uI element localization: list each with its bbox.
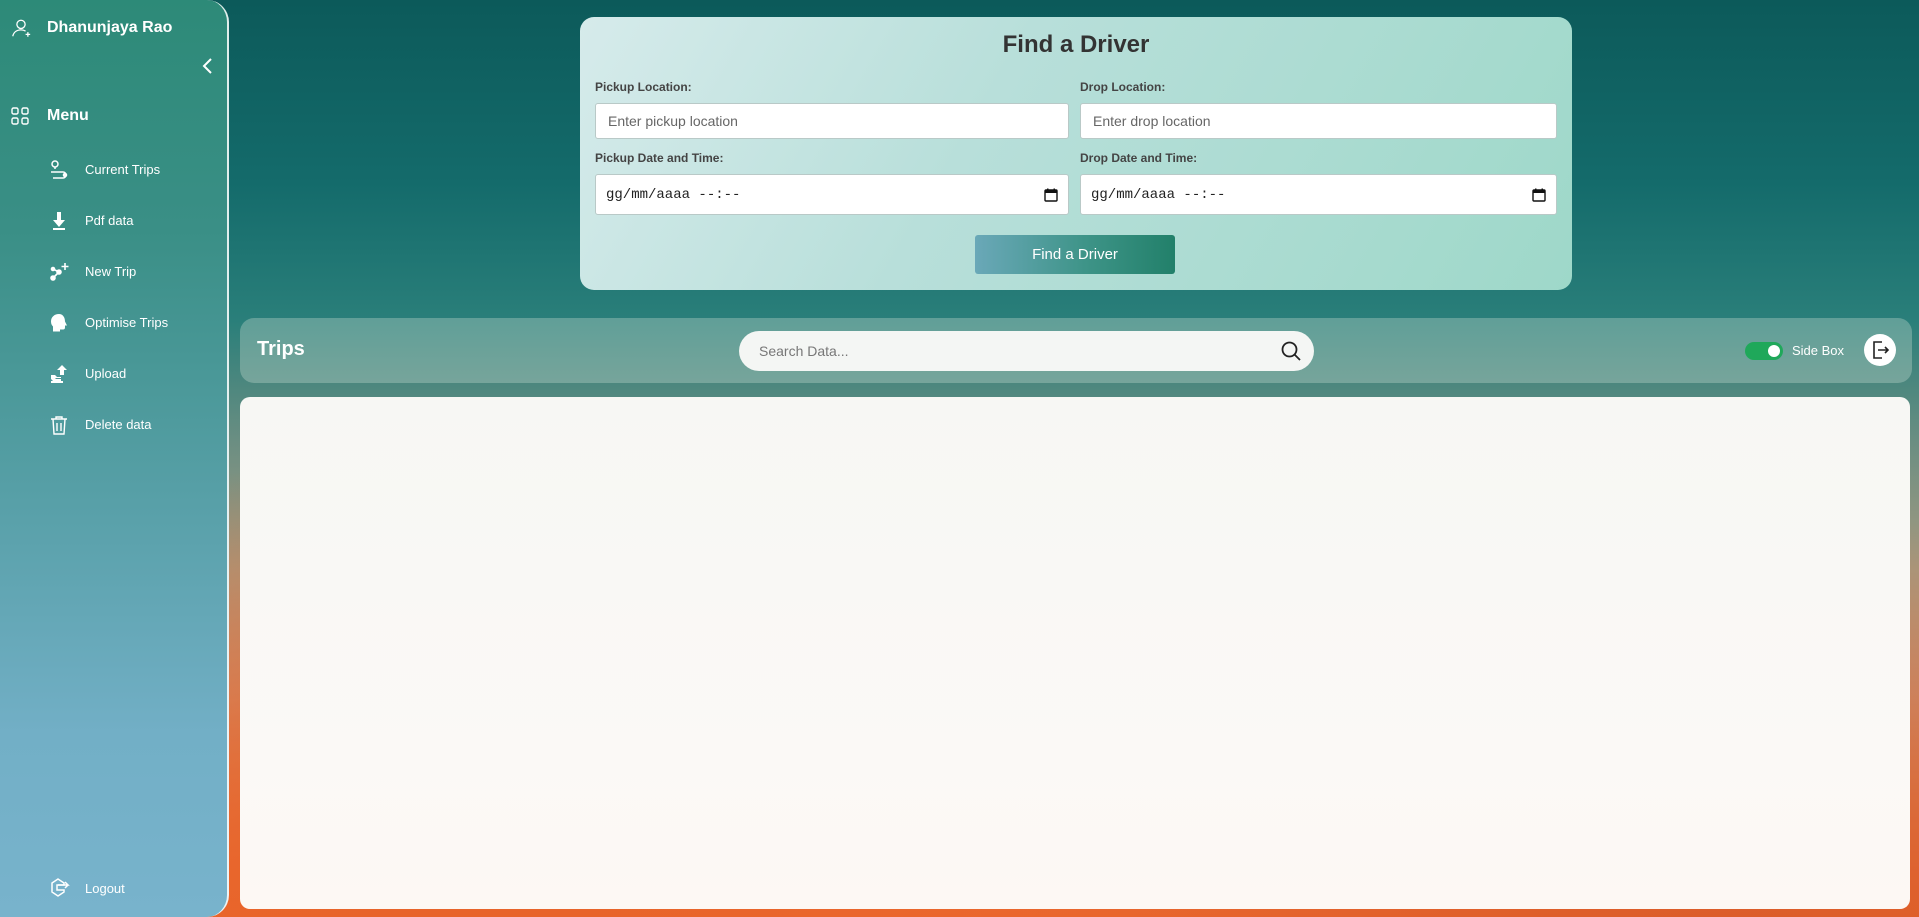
menu-heading: Menu — [10, 106, 89, 126]
side-box-label: Side Box — [1792, 343, 1845, 358]
sidebar-item-pdf-data[interactable]: Pdf data — [48, 195, 168, 246]
find-driver-button[interactable]: Find a Driver — [975, 235, 1175, 274]
calendar-icon[interactable] — [1044, 188, 1058, 202]
drop-datetime-value: gg/mm/aaaa --:-- — [1091, 186, 1226, 203]
sidebar-nav: Current Trips Pdf data New Trip Optimise… — [48, 144, 168, 450]
search-bar[interactable] — [739, 331, 1314, 371]
sidebar-item-label: Optimise Trips — [85, 315, 169, 330]
sidebar-item-upload[interactable]: Upload — [48, 348, 168, 399]
trips-toolbar: Trips Side Box — [240, 318, 1912, 383]
sidebar: Dhanunjaya Rao Menu Current Trips Pdf da… — [0, 0, 229, 917]
logout-label: Logout — [85, 880, 125, 896]
head-icon — [48, 312, 70, 334]
pickup-datetime-input[interactable]: gg/mm/aaaa --:-- — [595, 174, 1069, 215]
side-box-toggle[interactable] — [1745, 342, 1783, 360]
upload-icon — [48, 363, 70, 385]
sidebar-item-label: Upload — [85, 366, 127, 381]
find-driver-title: Find a Driver — [1002, 31, 1150, 58]
pickup-location-input[interactable] — [606, 112, 1058, 130]
user-name: Dhanunjaya Rao — [47, 19, 173, 36]
sidebar-item-new-trip[interactable]: New Trip — [48, 246, 168, 297]
search-icon[interactable] — [1280, 340, 1302, 362]
trash-icon — [48, 414, 70, 436]
drop-location-field[interactable] — [1080, 103, 1557, 139]
calendar-icon[interactable] — [1532, 188, 1546, 202]
drop-location-label: Drop Location: — [1080, 80, 1166, 94]
export-button[interactable] — [1864, 334, 1896, 366]
toggle-knob — [1768, 345, 1780, 357]
download-icon — [48, 210, 70, 232]
sidebar-item-delete-data[interactable]: Delete data — [48, 399, 168, 450]
search-input[interactable] — [757, 342, 1280, 360]
drop-datetime-input[interactable]: gg/mm/aaaa --:-- — [1080, 174, 1557, 215]
collapse-sidebar-icon[interactable] — [199, 56, 217, 76]
drop-datetime-label: Drop Date and Time: — [1080, 151, 1198, 165]
logout-icon — [51, 878, 70, 897]
find-driver-card: Find a Driver Pickup Location: Drop Loca… — [580, 17, 1572, 290]
pickup-location-label: Pickup Location: — [595, 80, 692, 94]
trips-content-panel — [240, 397, 1910, 909]
pickup-location-field[interactable] — [595, 103, 1069, 139]
user-profile[interactable]: Dhanunjaya Rao — [10, 17, 172, 39]
menu-title: Menu — [47, 107, 89, 124]
pickup-datetime-value: gg/mm/aaaa --:-- — [606, 186, 741, 203]
sidebar-item-label: New Trip — [85, 264, 137, 279]
grid-icon — [11, 107, 29, 125]
sidebar-item-label: Pdf data — [85, 213, 134, 228]
logout-button[interactable]: Logout — [48, 877, 125, 899]
sidebar-item-current-trips[interactable]: Current Trips — [48, 144, 168, 195]
sidebar-item-label: Current Trips — [85, 162, 161, 177]
new-trip-icon — [48, 261, 70, 283]
user-icon — [12, 19, 31, 37]
sidebar-item-label: Delete data — [85, 417, 152, 432]
trips-title: Trips — [257, 338, 305, 360]
sidebar-item-optimise-trips[interactable]: Optimise Trips — [48, 297, 168, 348]
exit-icon — [1873, 341, 1890, 359]
route-icon — [48, 159, 70, 181]
pickup-datetime-label: Pickup Date and Time: — [595, 151, 724, 165]
drop-location-input[interactable] — [1091, 112, 1546, 130]
